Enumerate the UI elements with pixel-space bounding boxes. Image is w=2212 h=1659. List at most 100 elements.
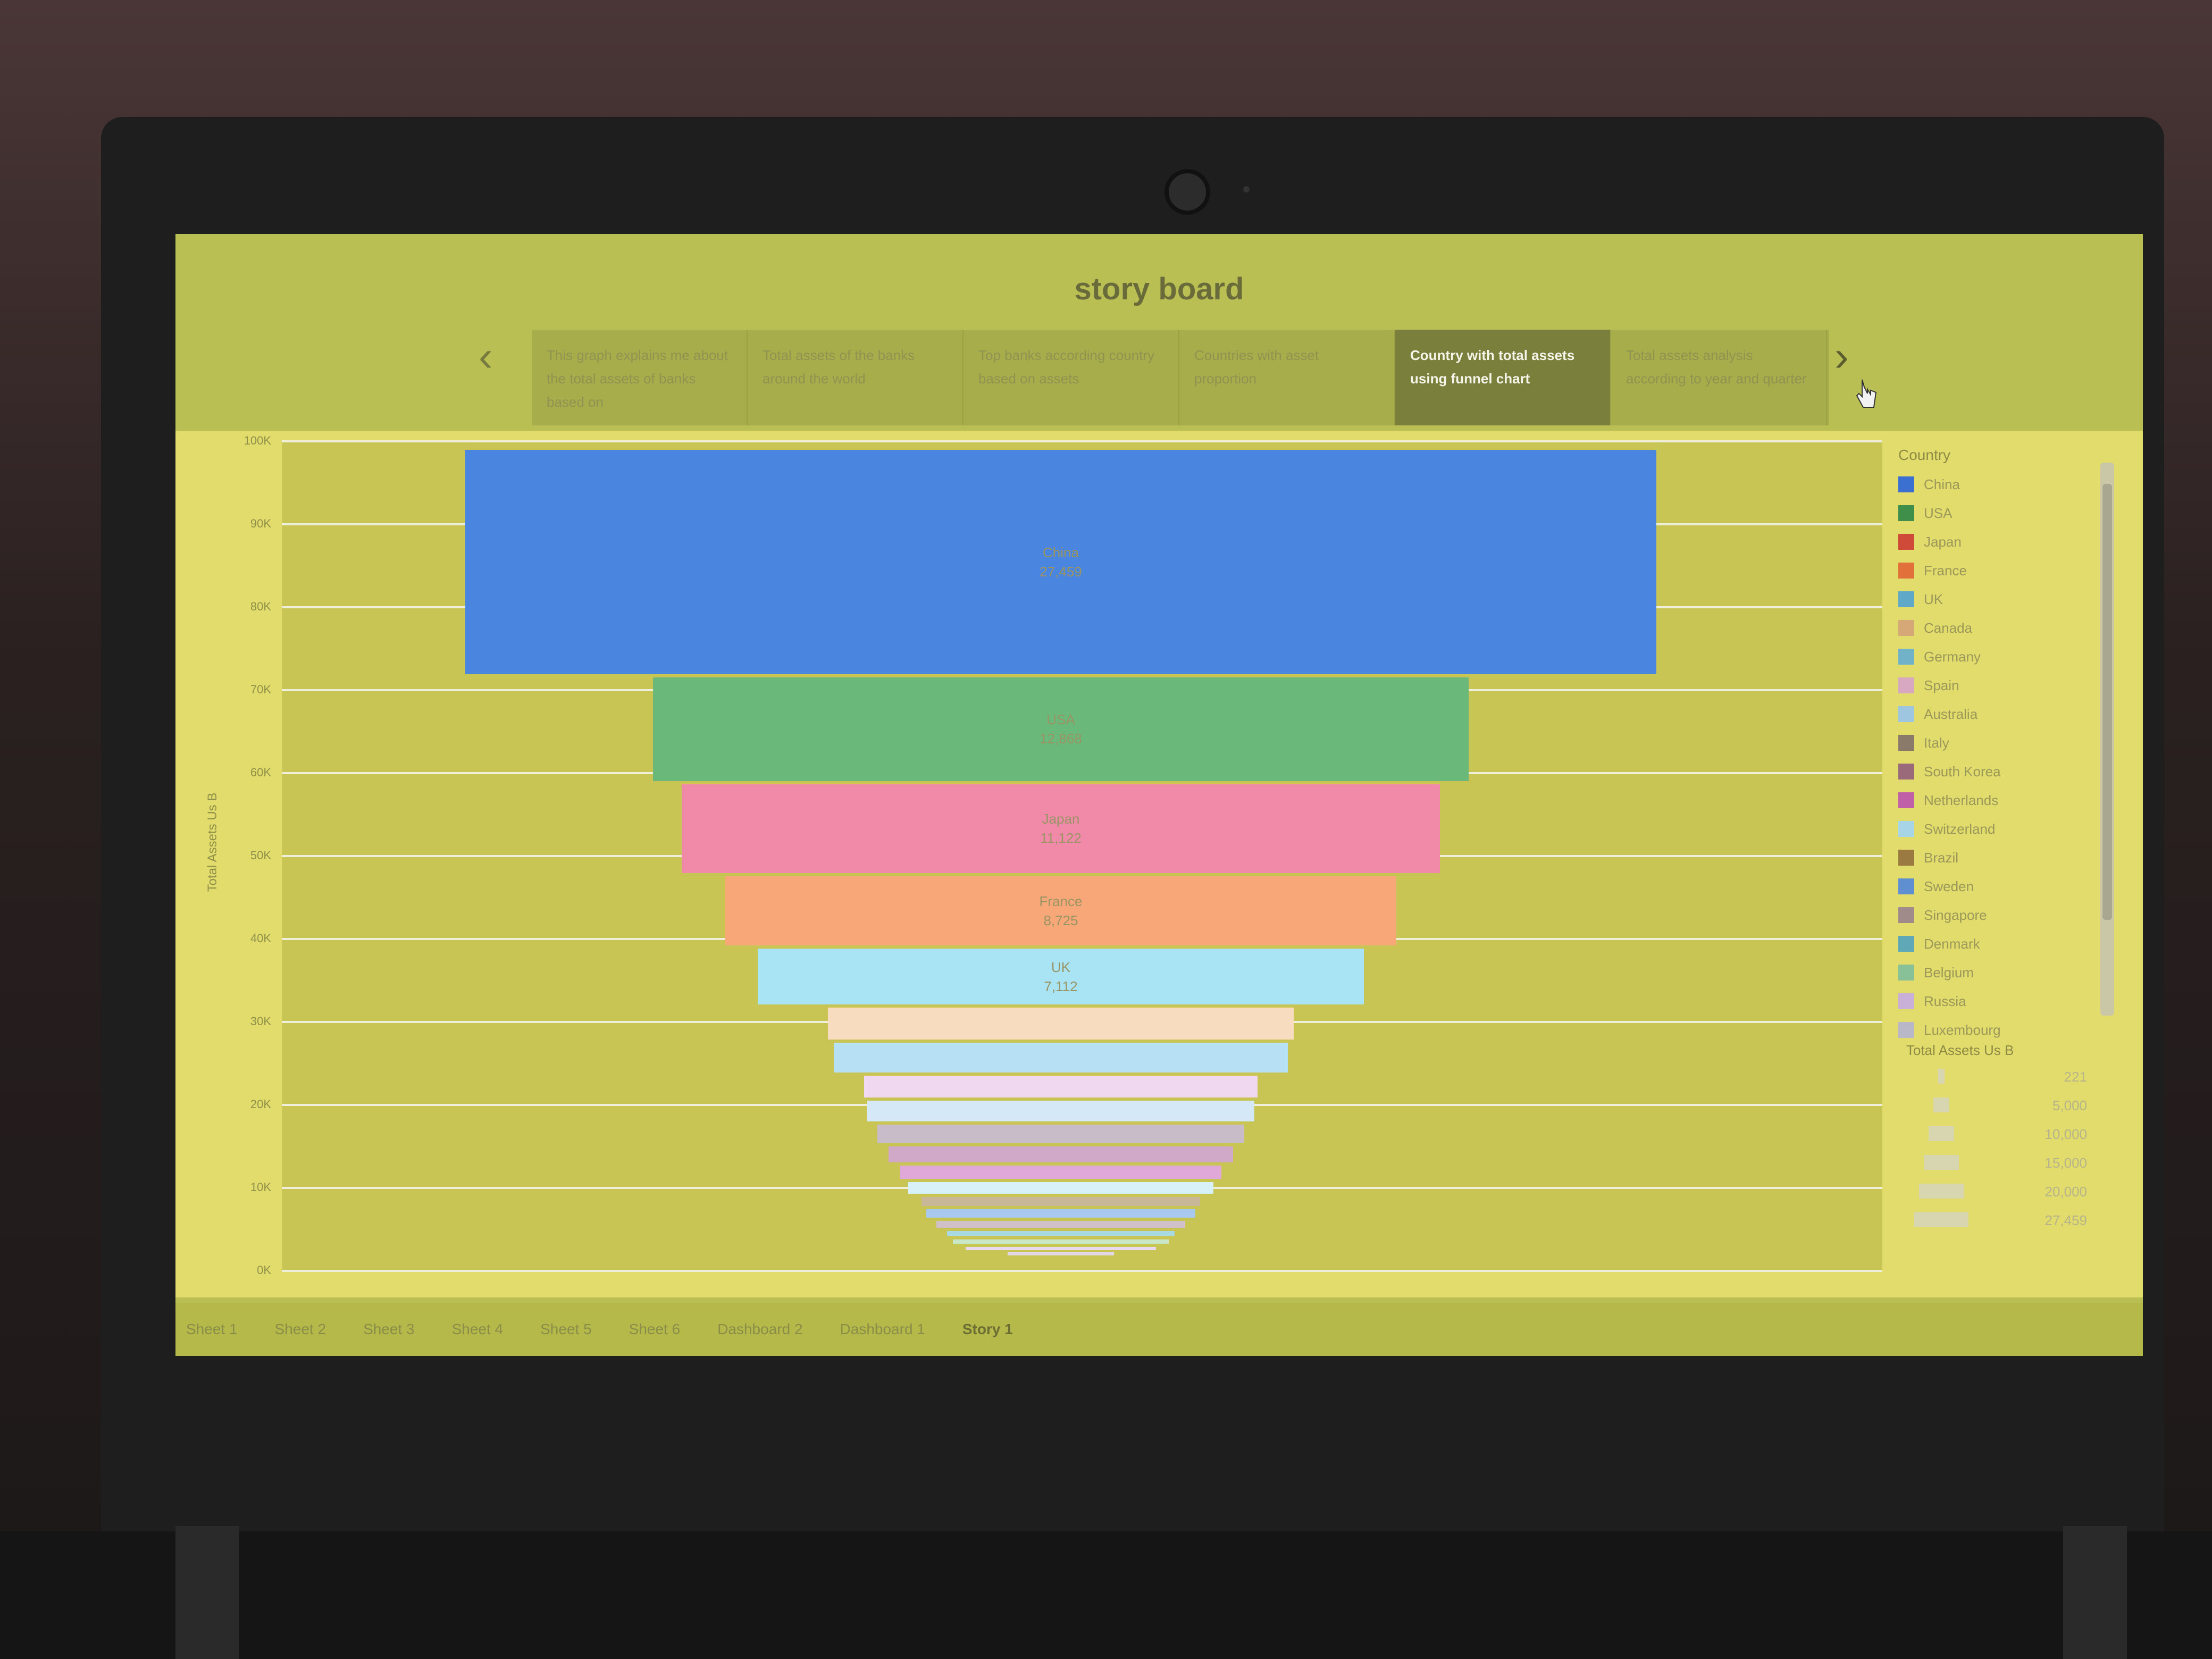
- size-legend-shape: [1938, 1069, 1945, 1084]
- legend-swatch: [1898, 993, 1914, 1009]
- sheet-tab[interactable]: Sheet 5: [540, 1321, 592, 1338]
- story-point-text: Total assets of the banks around the wor…: [763, 347, 915, 387]
- legend-label: Luxembourg: [1924, 1021, 2001, 1038]
- funnel-bar-brazil[interactable]: [921, 1196, 1200, 1206]
- legend-item[interactable]: France: [1898, 556, 2122, 585]
- size-legend-shape: [1924, 1155, 1959, 1170]
- legend-title: Country: [1898, 447, 1951, 463]
- legend-item[interactable]: Spain: [1898, 671, 2122, 700]
- sheet-tab[interactable]: Sheet 4: [452, 1321, 504, 1338]
- size-legend-value: 10,000: [2045, 1126, 2087, 1142]
- funnel-bar-japan[interactable]: Japan 11,122: [682, 784, 1440, 874]
- plot-area[interactable]: China 27,459 USA 12,868 Japan 11,122 France 8,7…: [282, 440, 1882, 1272]
- legend-item[interactable]: Luxembourg: [1898, 1016, 2122, 1044]
- funnel-bar-uk[interactable]: UK 7,112: [758, 949, 1364, 1005]
- funnel-bar-netherlands[interactable]: [900, 1165, 1222, 1179]
- story-point-4[interactable]: Countries with asset proportion: [1179, 330, 1395, 425]
- legend-item[interactable]: Denmark: [1898, 929, 2122, 958]
- size-legend-value: 5,000: [2052, 1097, 2087, 1113]
- size-legend-row: 27,459: [1906, 1212, 2087, 1241]
- legend-item[interactable]: Russia: [1898, 987, 2122, 1016]
- funnel-bar-usa[interactable]: USA 12,868: [653, 677, 1469, 781]
- legend-label: Germany: [1924, 648, 1981, 665]
- legend-item[interactable]: Belgium: [1898, 958, 2122, 987]
- funnel-bar-germany[interactable]: [833, 1042, 1288, 1073]
- funnel-bar-south-korea[interactable]: [888, 1146, 1234, 1162]
- funnel-bar-china[interactable]: China 27,459: [465, 449, 1656, 674]
- funnel-bar-russia[interactable]: [966, 1246, 1156, 1250]
- laptop-hinge-left: [175, 1526, 239, 1659]
- funnel-bar-spain[interactable]: [864, 1076, 1258, 1097]
- y-tick-label: 70K: [250, 683, 271, 696]
- funnel-bar-singapore[interactable]: [936, 1221, 1186, 1228]
- story-point-2[interactable]: Total assets of the banks around the wor…: [748, 330, 963, 425]
- next-story-point-button[interactable]: ›: [1834, 335, 1849, 378]
- story-point-3[interactable]: Top banks according country based on ass…: [963, 330, 1179, 425]
- legend-item[interactable]: Germany: [1898, 642, 2122, 671]
- legend-swatch: [1898, 735, 1914, 751]
- legend-label: Netherlands: [1924, 792, 1999, 808]
- bar-data-label: Japan 11,122: [1040, 811, 1082, 847]
- legend-label: France: [1924, 562, 1967, 579]
- gridline: [282, 1270, 1882, 1272]
- gridline: [282, 440, 1882, 442]
- legend-swatch: [1898, 649, 1914, 665]
- story-point-5-active[interactable]: Country with total assets using funnel c…: [1395, 330, 1611, 425]
- funnel-bar-luxembourg[interactable]: [1007, 1252, 1115, 1256]
- y-tick-label: 10K: [250, 1180, 271, 1194]
- funnel-bar-switzerland[interactable]: [908, 1182, 1213, 1194]
- story-point-6[interactable]: Total assets analysis according to year …: [1611, 330, 1827, 425]
- previous-story-point-button[interactable]: ‹: [479, 335, 493, 378]
- sheet-tab[interactable]: Sheet 2: [275, 1321, 326, 1338]
- story-tab-active[interactable]: Story 1: [962, 1321, 1013, 1338]
- funnel-bar-denmark[interactable]: [947, 1230, 1175, 1236]
- legend-swatch: [1898, 620, 1914, 636]
- legend-swatch: [1898, 563, 1914, 579]
- story-point-1[interactable]: This graph explains me about the total a…: [532, 330, 748, 425]
- size-legend-value: 221: [2064, 1069, 2087, 1085]
- sheet-tab[interactable]: Sheet 3: [363, 1321, 415, 1338]
- legend-swatch: [1898, 878, 1914, 894]
- legend-item[interactable]: USA: [1898, 499, 2122, 527]
- legend-item[interactable]: UK: [1898, 585, 2122, 614]
- legend-item[interactable]: Brazil: [1898, 843, 2122, 872]
- bar-data-label: France 8,725: [1039, 893, 1083, 929]
- legend-swatch: [1898, 591, 1914, 607]
- webcam-led: [1243, 186, 1250, 192]
- legend-item[interactable]: Italy: [1898, 728, 2122, 757]
- dashboard-tab[interactable]: Dashboard 2: [717, 1321, 802, 1338]
- legend-item[interactable]: Singapore: [1898, 901, 2122, 929]
- legend-label: Spain: [1924, 677, 1959, 693]
- legend-label: Italy: [1924, 734, 1949, 751]
- legend-label: China: [1924, 476, 1960, 492]
- legend-scrollbar-thumb[interactable]: [2102, 484, 2112, 920]
- legend-label: Russia: [1924, 993, 1966, 1009]
- legend-item[interactable]: Australia: [1898, 700, 2122, 728]
- funnel-bar-france[interactable]: France 8,725: [725, 876, 1397, 946]
- legend-item[interactable]: Canada: [1898, 614, 2122, 642]
- legend-item[interactable]: Japan: [1898, 527, 2122, 556]
- bar-data-label: UK 7,112: [1044, 959, 1078, 994]
- legend-item[interactable]: Netherlands: [1898, 786, 2122, 815]
- legend-label: Singapore: [1924, 907, 1987, 923]
- funnel-bar-australia[interactable]: [867, 1100, 1254, 1122]
- legend-swatch: [1898, 677, 1914, 693]
- legend-item[interactable]: China: [1898, 470, 2122, 499]
- funnel-bar-sweden[interactable]: [926, 1209, 1195, 1218]
- legend-label: USA: [1924, 505, 1953, 521]
- bar-data-label: China 27,459: [1040, 544, 1082, 580]
- legend-item[interactable]: Switzerland: [1898, 815, 2122, 843]
- dashboard-tab[interactable]: Dashboard 1: [840, 1321, 925, 1338]
- funnel-chart-area: Total Assets Us B 0K 10K 20K 30K 40K 50K 60K 70…: [175, 431, 2143, 1297]
- sheet-tab[interactable]: Sheet 1: [186, 1321, 238, 1338]
- y-tick-label: 40K: [250, 932, 271, 945]
- legend-item[interactable]: Sweden: [1898, 872, 2122, 901]
- screen: story board ‹ This graph explains me abo…: [175, 234, 2143, 1356]
- mouse-cursor-hand-icon: [1856, 379, 1877, 408]
- sheet-tab[interactable]: Sheet 6: [629, 1321, 681, 1338]
- funnel-bar-belgium[interactable]: [953, 1239, 1169, 1244]
- legend-label: Sweden: [1924, 878, 1974, 894]
- funnel-bar-canada[interactable]: [827, 1008, 1294, 1040]
- funnel-bar-italy[interactable]: [877, 1125, 1244, 1143]
- legend-item[interactable]: South Korea: [1898, 757, 2122, 786]
